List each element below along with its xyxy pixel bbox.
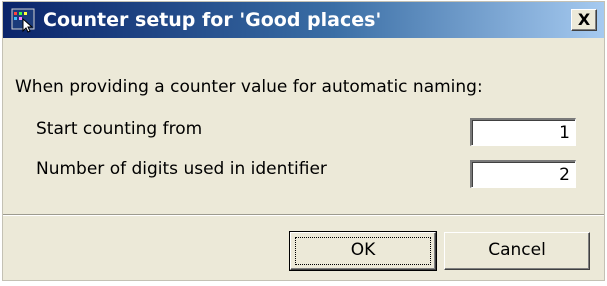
title-bar[interactable]: Counter setup for 'Good places' X — [3, 2, 604, 38]
close-icon: X — [577, 10, 591, 29]
start-counting-label: Start counting from — [36, 119, 203, 139]
counter-setup-dialog: Counter setup for 'Good places' X When p… — [2, 1, 605, 281]
close-button[interactable]: X — [571, 9, 597, 31]
separator — [3, 214, 604, 216]
window-title: Counter setup for 'Good places' — [43, 9, 382, 31]
cancel-button-label: Cancel — [488, 240, 546, 260]
ok-button-label: OK — [350, 240, 376, 260]
ok-button[interactable]: OK — [289, 231, 437, 271]
cancel-button[interactable]: Cancel — [444, 232, 590, 270]
digits-label: Number of digits used in identifier — [36, 159, 327, 179]
start-counting-input[interactable]: 1 — [470, 118, 576, 146]
digits-input[interactable]: 2 — [470, 160, 576, 188]
prompt-text: When providing a counter value for autom… — [15, 77, 483, 97]
app-icon — [11, 7, 37, 33]
